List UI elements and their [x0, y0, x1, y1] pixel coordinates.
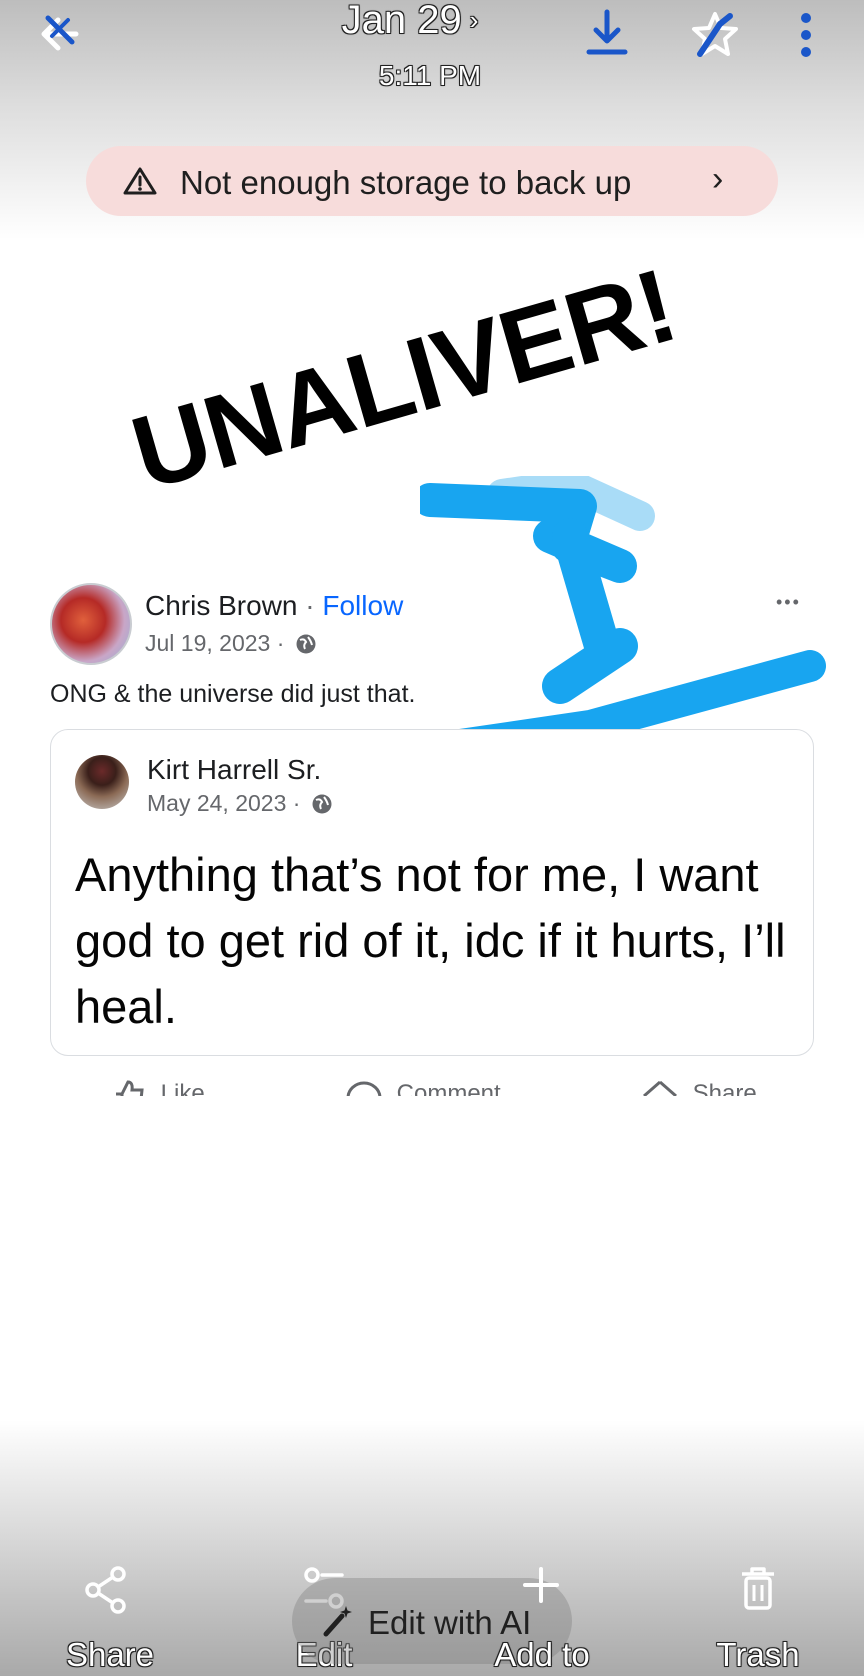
more-vertical-icon[interactable] — [794, 12, 818, 58]
storage-banner[interactable]: Not enough storage to back up › — [86, 146, 778, 216]
post-more-icon[interactable]: ••• — [776, 592, 801, 613]
chevron-right-icon: › — [712, 160, 724, 198]
header-time: 5:11 PM — [378, 60, 482, 91]
quoted-post-card[interactable]: Kirt Harrell Sr. May 24, 2023 · Anything… — [50, 729, 814, 1056]
quoted-text: Anything that’s not for me, I want god t… — [75, 848, 786, 1033]
post-text: ONG & the universe did just that. — [50, 680, 416, 708]
share-icon[interactable] — [84, 1566, 128, 1614]
avatar[interactable] — [50, 583, 132, 665]
like-label: Like — [160, 1080, 205, 1096]
share-arrow-icon — [643, 1080, 677, 1096]
like-action[interactable]: Like — [112, 1080, 205, 1096]
trash-icon[interactable] — [738, 1566, 778, 1612]
comment-label: Comment — [396, 1080, 501, 1096]
download-icon[interactable] — [584, 8, 630, 56]
header-date-chevron: › — [469, 5, 479, 35]
globe-icon — [312, 794, 332, 814]
back-arrow-icon[interactable] — [38, 12, 82, 56]
overlay-text: UNALIVER! — [120, 247, 688, 513]
separator: · — [297, 590, 323, 621]
comment-action[interactable]: Comment — [346, 1080, 501, 1096]
plus-icon[interactable] — [522, 1566, 560, 1604]
quoted-avatar[interactable] — [75, 755, 129, 809]
header-date-text: Jan 29 — [341, 0, 462, 42]
star-icon[interactable] — [690, 10, 740, 58]
marker-scribble — [420, 476, 826, 764]
add-to-button[interactable]: Add to — [480, 1636, 604, 1674]
post-author[interactable]: Chris Brown — [145, 590, 297, 621]
post-date-line: Jul 19, 2023 · — [145, 630, 317, 657]
share-label: Share — [692, 1080, 757, 1096]
post-date: Jul 19, 2023 · — [145, 630, 285, 656]
magic-wand-icon — [323, 1606, 352, 1637]
quoted-author[interactable]: Kirt Harrell Sr. — [147, 754, 321, 786]
trash-button[interactable]: Trash — [700, 1636, 816, 1674]
globe-icon — [296, 634, 316, 654]
quoted-date-line: May 24, 2023 · — [147, 790, 333, 817]
banner-text: Not enough storage to back up — [180, 164, 632, 201]
post-author-line: Chris Brown · Follow — [145, 590, 403, 622]
comment-icon — [346, 1081, 382, 1096]
quoted-date: May 24, 2023 · — [147, 790, 301, 816]
share-action[interactable]: Share — [642, 1080, 757, 1096]
warning-icon — [123, 167, 157, 195]
like-icon — [116, 1080, 144, 1096]
follow-button[interactable]: Follow — [322, 590, 403, 621]
header-date[interactable]: Jan 29 › — [300, 0, 520, 40]
share-button[interactable]: Share — [50, 1636, 170, 1674]
